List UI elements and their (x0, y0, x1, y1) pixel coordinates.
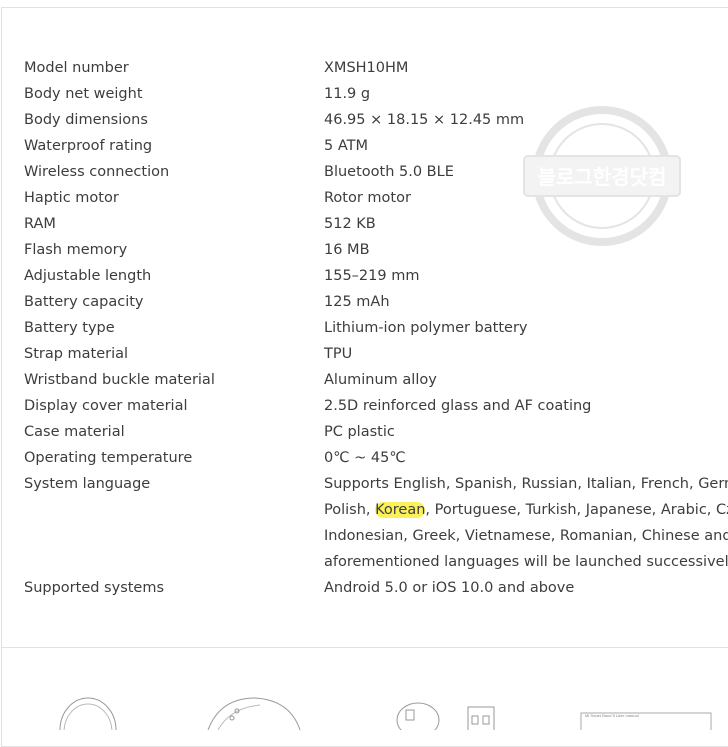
spec-label: Case material (24, 424, 125, 440)
spec-row: Operating temperature 0℃ ~ 45℃ (24, 445, 728, 471)
spec-row: Display cover material 2.5D reinforced g… (24, 393, 728, 419)
spec-row: Case material PC plastic (24, 419, 728, 445)
spec-value: Lithium-ion polymer battery (324, 320, 528, 336)
text: Polish, (324, 502, 376, 518)
spec-label: Body dimensions (24, 112, 148, 128)
strap-illustration (207, 697, 301, 730)
highlighted-text: Korean (375, 502, 426, 518)
package-illustrations (59, 697, 712, 730)
spec-row: Adjustable length 155–219 mm (24, 263, 728, 289)
spec-row-language: System language Supports English, Spanis… (24, 471, 728, 575)
spec-value: 2.5D reinforced glass and AF coating (324, 398, 592, 414)
spec-label: Display cover material (24, 398, 188, 414)
spec-row-systems: Supported systems Android 5.0 or iOS 10.… (24, 575, 728, 601)
manual-label: Mi Smart Band 5 User manual (585, 713, 639, 718)
language-line: Supports English, Spanish, Russian, Ital… (324, 476, 728, 492)
spec-value: 125 mAh (324, 294, 390, 310)
watermark-stamp: 블로그한경닷컴 (523, 106, 681, 246)
spec-label: Wristband buckle material (24, 372, 215, 388)
spec-value: Android 5.0 or iOS 10.0 and above (324, 580, 575, 596)
spec-row: Body net weight 11.9 g (24, 81, 728, 107)
charger-illustration (396, 702, 440, 730)
spec-label: RAM (24, 216, 56, 232)
spec-label: Model number (24, 60, 129, 76)
spec-value: Aluminum alloy (324, 372, 437, 388)
spec-value: XMSH10HM (324, 60, 409, 76)
text: , Portuguese, Turkish, Japanese, Arabic,… (425, 502, 728, 518)
spec-label: Body net weight (24, 86, 143, 102)
spec-row: Strap material TPU (24, 341, 728, 367)
language-line: Polish, Korean, Portuguese, Turkish, Jap… (324, 497, 728, 523)
spec-label: Supported systems (24, 580, 165, 596)
spec-row: Wristband buckle material Aluminum alloy (24, 367, 728, 393)
spec-label: Adjustable length (24, 268, 152, 284)
band-core-illustration (59, 697, 117, 730)
spec-label: Battery type (24, 320, 115, 336)
spec-label: Waterproof rating (24, 138, 153, 154)
spec-label: Wireless connection (24, 164, 170, 180)
language-line: Indonesian, Greek, Vietnamese, Romanian,… (324, 528, 728, 544)
spec-label: Haptic motor (24, 190, 119, 206)
spec-value: Supports English, Spanish, Russian, Ital… (324, 471, 728, 575)
spec-label: System language (24, 476, 151, 492)
spec-row: Battery capacity 125 mAh (24, 289, 728, 315)
language-line: aforementioned languages will be launche… (324, 554, 728, 570)
spec-value: 11.9 g (324, 86, 371, 102)
spec-label: Strap material (24, 346, 129, 362)
spec-label: Flash memory (24, 242, 128, 258)
spec-value: 155–219 mm (324, 268, 420, 284)
spec-row: Battery type Lithium-ion polymer battery (24, 315, 728, 341)
spec-value: 0℃ ~ 45℃ (324, 450, 406, 466)
spec-value: TPU (324, 346, 353, 362)
spec-label: Battery capacity (24, 294, 144, 310)
spec-value: PC plastic (324, 424, 395, 440)
svg-text:블로그한경닷컴: 블로그한경닷컴 (538, 165, 667, 189)
spec-label: Operating temperature (24, 450, 193, 466)
spec-row: Model number XMSH10HM (24, 55, 728, 81)
